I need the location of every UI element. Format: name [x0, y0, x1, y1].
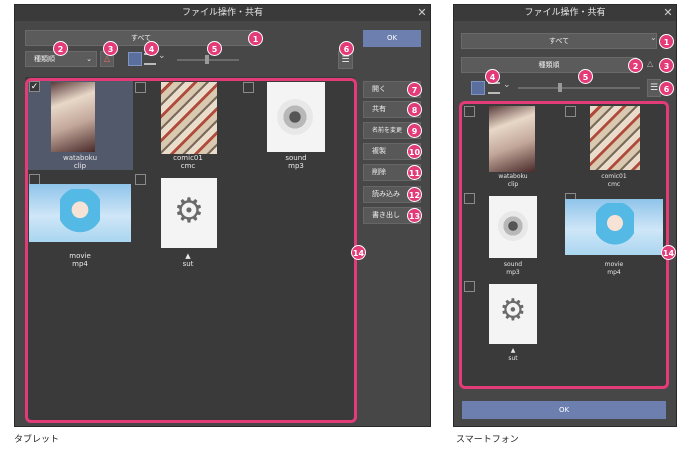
tablet-title-bar: ファイル操作・共有: [15, 5, 430, 21]
phone-caption: スマートフォン: [456, 435, 519, 445]
badge-13: 13: [407, 208, 422, 223]
phone-grid-highlight: [459, 101, 669, 389]
phone-sort-value: 種類順: [538, 61, 560, 69]
phone-filter-value: すべて: [548, 37, 570, 45]
chevron-down-icon[interactable]: ⌄: [158, 51, 166, 61]
tablet-window: ファイル操作・共有 ✕ すべて 1 OK 種類順 ⌄ 2 △ 3 ⌄ 4 5 ☰…: [14, 4, 431, 427]
tablet-title: ファイル操作・共有: [181, 8, 263, 18]
tablet-sort-value: 種類順: [34, 55, 55, 63]
badge-14: 14: [351, 245, 366, 260]
duplicate-label: 複製: [372, 147, 386, 155]
badge-12: 12: [407, 187, 422, 202]
phone-filter-dropdown[interactable]: すべて: [461, 33, 657, 49]
badge-3: 3: [103, 41, 118, 56]
rename-label: 名前を変更: [372, 127, 403, 134]
close-icon[interactable]: ✕: [660, 5, 676, 21]
tablet-size-slider-knob[interactable]: [205, 55, 209, 64]
badge-4: 4: [144, 41, 159, 56]
phone-size-slider[interactable]: [518, 87, 640, 89]
badge-4: 4: [485, 69, 500, 84]
phone-title-bar: ファイル操作・共有: [454, 5, 676, 21]
phone-ok-button[interactable]: OK: [462, 401, 666, 419]
phone-window: ファイル操作・共有 ✕ すべて ⌄ 1 種類順 2 △ 3 ⌄ 4 5 ☰ 6 …: [453, 4, 677, 427]
badge-1: 1: [248, 31, 263, 46]
thumbnail-view-icon[interactable]: [471, 81, 485, 95]
badge-6: 6: [339, 41, 354, 56]
badge-5: 5: [207, 41, 222, 56]
tablet-caption: タブレット: [14, 435, 60, 445]
phone-size-slider-knob[interactable]: [558, 83, 562, 92]
chevron-down-icon: ⌄: [86, 55, 92, 63]
phone-title: ファイル操作・共有: [524, 8, 606, 18]
badge-8: 8: [407, 102, 422, 117]
tablet-grid-highlight: [25, 78, 357, 423]
badge-6: 6: [659, 81, 674, 96]
thumbnail-view-icon[interactable]: [128, 52, 142, 66]
tablet-ok-button[interactable]: OK: [363, 30, 421, 47]
close-icon[interactable]: ✕: [414, 5, 430, 21]
phone-ok-label: OK: [558, 406, 570, 414]
badge-11: 11: [407, 165, 422, 180]
badge-5: 5: [578, 69, 593, 84]
badge-1: 1: [659, 34, 674, 49]
import-label: 読み込み: [372, 190, 400, 198]
chevron-down-icon[interactable]: ⌄: [503, 80, 511, 90]
badge-2: 2: [628, 58, 643, 73]
badge-10: 10: [407, 144, 422, 159]
badge-9: 9: [407, 123, 422, 138]
badge-2: 2: [53, 41, 68, 56]
delete-label: 削除: [372, 168, 386, 176]
badge-14: 14: [661, 245, 676, 260]
open-label: 開く: [372, 85, 386, 93]
badge-3: 3: [659, 58, 674, 73]
warning-icon[interactable]: △: [647, 59, 653, 68]
badge-7: 7: [407, 82, 422, 97]
export-label: 書き出し: [372, 211, 400, 219]
chevron-down-icon: ⌄: [650, 33, 657, 42]
tablet-ok-label: OK: [386, 34, 398, 42]
share-label: 共有: [372, 105, 386, 113]
